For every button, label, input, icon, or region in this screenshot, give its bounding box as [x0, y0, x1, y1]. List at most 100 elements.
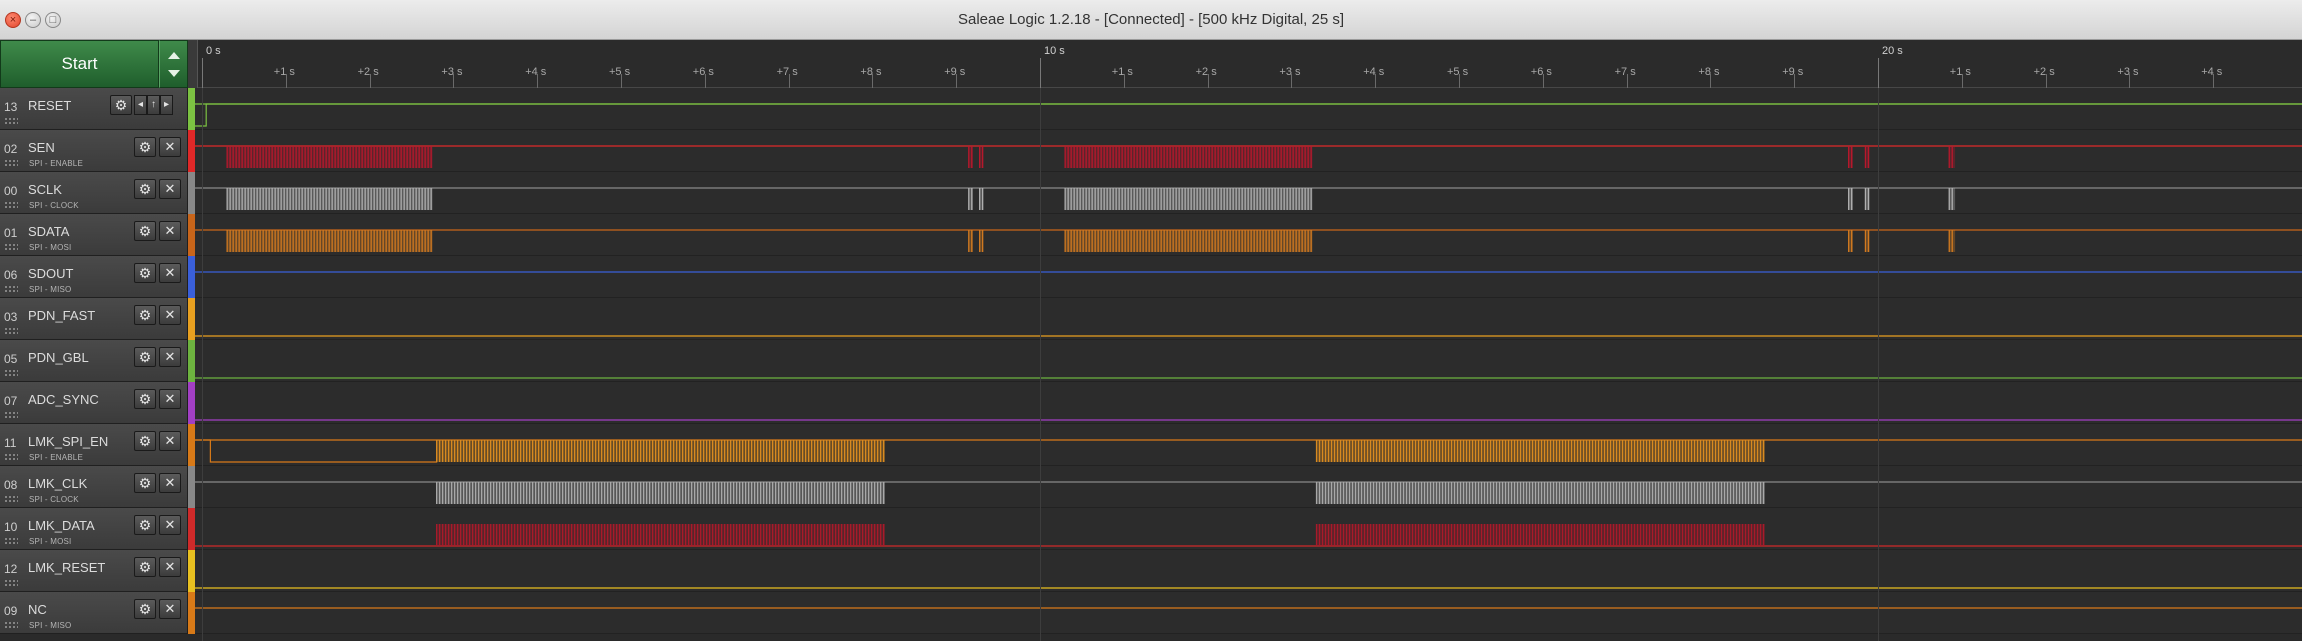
analyzer-label: SPI - CLOCK [29, 201, 79, 210]
channel-name[interactable]: PDN_GBL [28, 350, 89, 365]
channel-name[interactable]: LMK_CLK [28, 476, 87, 491]
trigger-edge-icon[interactable]: ↑ [147, 95, 160, 115]
channel-settings-gear-icon[interactable]: ⚙ [134, 305, 156, 325]
channel-number: 07 [4, 394, 18, 408]
channel-name[interactable]: PDN_FAST [28, 308, 95, 323]
channel-settings-gear-icon[interactable]: ⚙ [134, 263, 156, 283]
ruler-minor-label: +4 s [2201, 66, 2223, 78]
trigger-next-button[interactable]: ▸ [160, 95, 173, 115]
channel-color-swatch [188, 298, 195, 340]
channel-label-panel[interactable]: 03 PDN_FAST ⚙ ✕ [0, 298, 188, 340]
channel-name[interactable]: SDOUT [28, 266, 74, 281]
drag-handle-icon[interactable] [4, 201, 18, 209]
signal-burst [968, 146, 973, 168]
channel-settings-gear-icon[interactable]: ⚙ [134, 347, 156, 367]
signal-burst [1064, 146, 1313, 168]
channel-name[interactable]: LMK_SPI_EN [28, 434, 108, 449]
channel-settings-gear-icon[interactable]: ⚙ [134, 599, 156, 619]
ruler-minor-label: +6 s [1530, 66, 1552, 78]
ruler-minor-label: +3 s [2117, 66, 2139, 78]
drag-handle-icon[interactable] [4, 159, 18, 167]
channel-settings-gear-icon[interactable]: ⚙ [134, 389, 156, 409]
channel-label-panel[interactable]: 02 SEN SPI - ENABLE ⚙ ✕ [0, 130, 188, 172]
remove-channel-close-icon[interactable]: ✕ [159, 305, 181, 325]
waveform-svg [195, 187, 2302, 210]
drag-handle-icon[interactable] [4, 243, 18, 251]
ruler-minor-label: +8 s [860, 66, 882, 78]
channel-label-panel[interactable]: 09 NC SPI - MISO ⚙ ✕ [0, 592, 188, 634]
waveform-area[interactable] [195, 382, 2302, 424]
remove-channel-close-icon[interactable]: ✕ [159, 221, 181, 241]
channel-name[interactable]: SCLK [28, 182, 62, 197]
remove-channel-close-icon[interactable]: ✕ [159, 179, 181, 199]
channel-label-panel[interactable]: 08 LMK_CLK SPI - CLOCK ⚙ ✕ [0, 466, 188, 508]
drag-handle-icon[interactable] [4, 495, 18, 503]
channel-settings-gear-icon[interactable]: ⚙ [134, 431, 156, 451]
channel-name[interactable]: LMK_DATA [28, 518, 95, 533]
drag-handle-icon[interactable] [4, 579, 18, 587]
drag-handle-icon[interactable] [4, 327, 18, 335]
channel-settings-gear-icon[interactable]: ⚙ [134, 473, 156, 493]
waveform-area[interactable] [195, 214, 2302, 256]
waveform-area[interactable] [195, 508, 2302, 550]
channel-name[interactable]: SEN [28, 140, 55, 155]
drag-handle-icon[interactable] [4, 537, 18, 545]
remove-channel-close-icon[interactable]: ✕ [159, 599, 181, 619]
drag-handle-icon[interactable] [4, 621, 18, 629]
remove-channel-close-icon[interactable]: ✕ [159, 515, 181, 535]
waveform-area[interactable] [195, 172, 2302, 214]
remove-channel-close-icon[interactable]: ✕ [159, 347, 181, 367]
time-ruler[interactable]: 0 s 10 s 20 s +1 s +2 s +3 s +4 s +5 s +6 s +7 s +… [188, 40, 2302, 88]
start-options-button[interactable] [159, 40, 188, 88]
waveform-area[interactable] [195, 340, 2302, 382]
channel-row: 10 LMK_DATA SPI - MOSI ⚙ ✕ [0, 508, 2302, 550]
channel-name[interactable]: RESET [28, 98, 71, 113]
channel-name[interactable]: LMK_RESET [28, 560, 105, 575]
channel-row: 12 LMK_RESET ⚙ ✕ [0, 550, 2302, 592]
drag-handle-icon[interactable] [4, 411, 18, 419]
drag-handle-icon[interactable] [4, 369, 18, 377]
waveform-area[interactable] [195, 592, 2302, 634]
waveform-area[interactable] [195, 550, 2302, 592]
remove-channel-close-icon[interactable]: ✕ [159, 557, 181, 577]
channel-color-swatch [188, 130, 195, 172]
channel-label-panel[interactable]: 07 ADC_SYNC ⚙ ✕ [0, 382, 188, 424]
waveform-area[interactable] [195, 298, 2302, 340]
channel-label-panel[interactable]: 00 SCLK SPI - CLOCK ⚙ ✕ [0, 172, 188, 214]
channel-settings-gear-icon[interactable]: ⚙ [134, 221, 156, 241]
trigger-prev-button[interactable]: ◂ [134, 95, 147, 115]
start-button[interactable]: Start [0, 40, 159, 88]
channel-settings-gear-icon[interactable]: ⚙ [134, 179, 156, 199]
waveform-area[interactable] [195, 256, 2302, 298]
channel-label-panel[interactable]: 12 LMK_RESET ⚙ ✕ [0, 550, 188, 592]
drag-handle-icon[interactable] [4, 285, 18, 293]
remove-channel-close-icon[interactable]: ✕ [159, 263, 181, 283]
channel-settings-gear-icon[interactable]: ⚙ [134, 515, 156, 535]
waveform-area[interactable] [195, 88, 2302, 130]
waveform-area[interactable] [195, 466, 2302, 508]
channel-label-panel[interactable]: 05 PDN_GBL ⚙ ✕ [0, 340, 188, 382]
channel-name[interactable]: SDATA [28, 224, 69, 239]
channel-settings-gear-icon[interactable]: ⚙ [134, 557, 156, 577]
ruler-minor-label: +5 s [1447, 66, 1469, 78]
channel-label-panel[interactable]: 10 LMK_DATA SPI - MOSI ⚙ ✕ [0, 508, 188, 550]
drag-handle-icon[interactable] [4, 117, 18, 125]
waveform-area[interactable] [195, 424, 2302, 466]
channel-name[interactable]: ADC_SYNC [28, 392, 99, 407]
remove-channel-close-icon[interactable]: ✕ [159, 473, 181, 493]
ruler-major-label: 0 s [206, 45, 221, 57]
waveform-svg [195, 229, 2302, 252]
channel-name[interactable]: NC [28, 602, 47, 617]
remove-channel-close-icon[interactable]: ✕ [159, 431, 181, 451]
waveform-area[interactable] [195, 130, 2302, 172]
drag-handle-icon[interactable] [4, 453, 18, 461]
channel-label-panel[interactable]: 01 SDATA SPI - MOSI ⚙ ✕ [0, 214, 188, 256]
channel-label-panel[interactable]: 13 RESET ⚙ ◂ ↑ ▸ [0, 88, 188, 130]
channel-settings-gear-icon[interactable]: ⚙ [110, 95, 132, 115]
channel-label-panel[interactable]: 11 LMK_SPI_EN SPI - ENABLE ⚙ ✕ [0, 424, 188, 466]
channel-label-panel[interactable]: 06 SDOUT SPI - MISO ⚙ ✕ [0, 256, 188, 298]
remove-channel-close-icon[interactable]: ✕ [159, 137, 181, 157]
channel-settings-gear-icon[interactable]: ⚙ [134, 137, 156, 157]
signal-burst [968, 188, 973, 210]
remove-channel-close-icon[interactable]: ✕ [159, 389, 181, 409]
